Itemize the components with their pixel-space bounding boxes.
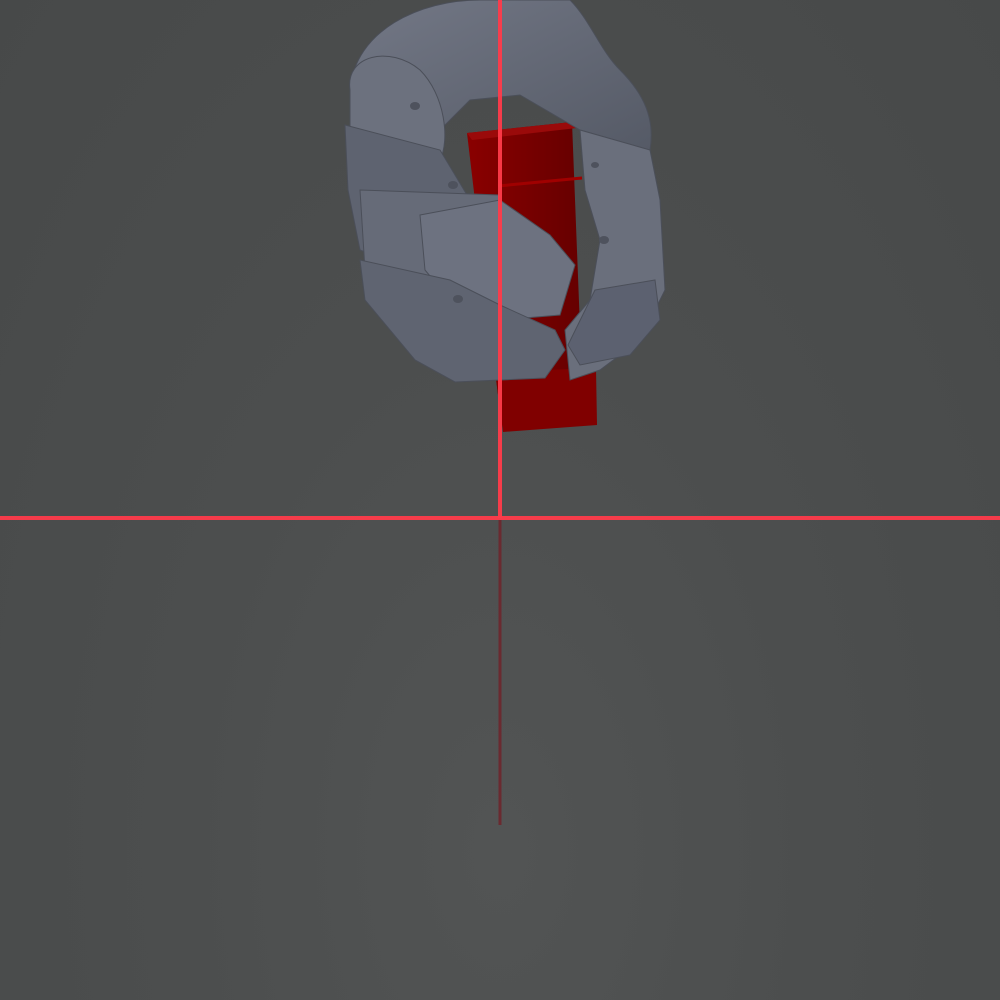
3d-viewport[interactable] bbox=[0, 0, 1000, 1000]
scene-render bbox=[0, 0, 1000, 825]
crosshair-icon bbox=[0, 0, 1000, 520]
